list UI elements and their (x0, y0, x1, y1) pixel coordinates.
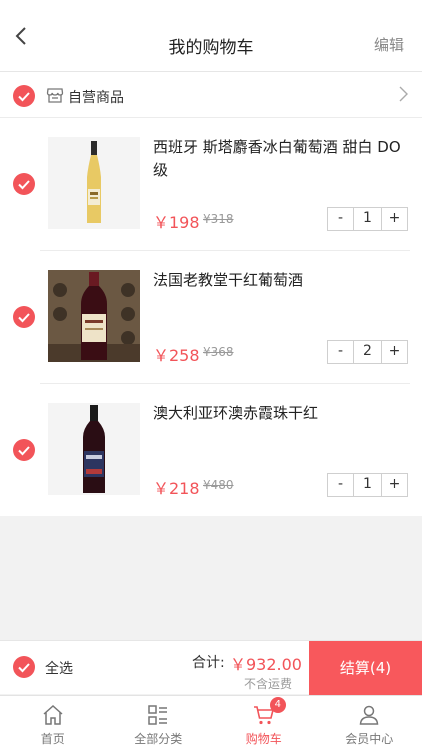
shipping-note: 不含运费 (244, 677, 293, 691)
cart-item: 西班牙 斯塔麝香冰白葡萄酒 甜白 DO级 ￥198 ¥318 - 1 + (0, 118, 422, 251)
tab-label: 购物车 (245, 732, 282, 746)
tab-label: 会员中心 (345, 732, 394, 746)
tab-categories[interactable]: 全部分类 (106, 696, 212, 750)
cart-list: 自营商品 西班牙 斯塔麝香冰白葡萄酒 甜白 DO级 ￥198 ¥318 - 1 … (0, 72, 422, 516)
store-icon (46, 86, 64, 108)
product-price: ￥258 (153, 346, 200, 365)
nav-bar: 我的购物车 编辑 (0, 0, 422, 72)
shop-checkbox[interactable] (13, 85, 35, 107)
product-image[interactable] (48, 403, 140, 495)
original-price: ¥368 (203, 345, 234, 359)
total-amount: ￥932.00 (230, 655, 302, 674)
category-icon (146, 703, 170, 731)
home-icon (41, 703, 65, 731)
red-wine-bottle-icon (83, 405, 105, 493)
cart-count-badge: 4 (269, 697, 286, 713)
white-wine-bottle-icon (87, 141, 101, 223)
decrease-button[interactable]: - (328, 208, 353, 230)
quantity-stepper: - 1 + (327, 473, 408, 497)
page-title: 我的购物车 (168, 38, 254, 58)
tab-bar: 首页 全部分类 4 购物车 会员中心 (0, 695, 422, 750)
decrease-button[interactable]: - (328, 341, 353, 363)
increase-button[interactable]: + (382, 208, 407, 230)
chevron-right-icon[interactable] (398, 84, 410, 108)
shop-name: 自营商品 (68, 90, 124, 106)
item-checkbox[interactable] (13, 439, 35, 461)
shop-header[interactable]: 自营商品 (0, 72, 422, 118)
product-name[interactable]: 法国老教堂干红葡萄酒 (153, 269, 408, 292)
cart-item: 法国老教堂干红葡萄酒 ￥258 ¥368 - 2 + (0, 251, 422, 384)
quantity-stepper: - 2 + (327, 340, 408, 364)
quantity-stepper: - 1 + (327, 207, 408, 231)
product-name[interactable]: 澳大利亚环澳赤霞珠干红 (153, 402, 408, 425)
checkout-button[interactable]: 结算(4) (309, 641, 422, 695)
product-name[interactable]: 西班牙 斯塔麝香冰白葡萄酒 甜白 DO级 (153, 136, 408, 182)
checkout-bar: 全选 合计: ￥932.00 不含运费 结算(4) (0, 640, 422, 695)
original-price: ¥480 (203, 478, 234, 492)
quantity-value[interactable]: 1 (353, 474, 382, 496)
tab-home[interactable]: 首页 (0, 696, 106, 750)
item-checkbox[interactable] (13, 173, 35, 195)
tab-label: 全部分类 (134, 732, 183, 746)
original-price: ¥318 (203, 212, 234, 226)
product-image[interactable] (48, 270, 140, 362)
tab-member-center[interactable]: 会员中心 (317, 696, 422, 750)
increase-button[interactable]: + (382, 474, 407, 496)
product-image[interactable] (48, 137, 140, 229)
cart-item: 澳大利亚环澳赤霞珠干红 ￥218 ¥480 - 1 + (0, 384, 422, 517)
product-price: ￥218 (153, 479, 200, 498)
tab-cart[interactable]: 4 购物车 (211, 696, 317, 750)
select-all-checkbox[interactable] (13, 656, 35, 678)
red-wine-cellar-icon (48, 270, 140, 362)
item-checkbox[interactable] (13, 306, 35, 328)
tab-label: 首页 (40, 732, 65, 746)
select-all-label[interactable]: 全选 (45, 658, 73, 678)
quantity-value[interactable]: 1 (353, 208, 382, 230)
increase-button[interactable]: + (382, 341, 407, 363)
user-icon (357, 703, 381, 731)
total-label: 合计: (192, 655, 225, 671)
quantity-value[interactable]: 2 (353, 341, 382, 363)
edit-button[interactable]: 编辑 (374, 34, 404, 55)
product-price: ￥198 (153, 213, 200, 232)
decrease-button[interactable]: - (328, 474, 353, 496)
